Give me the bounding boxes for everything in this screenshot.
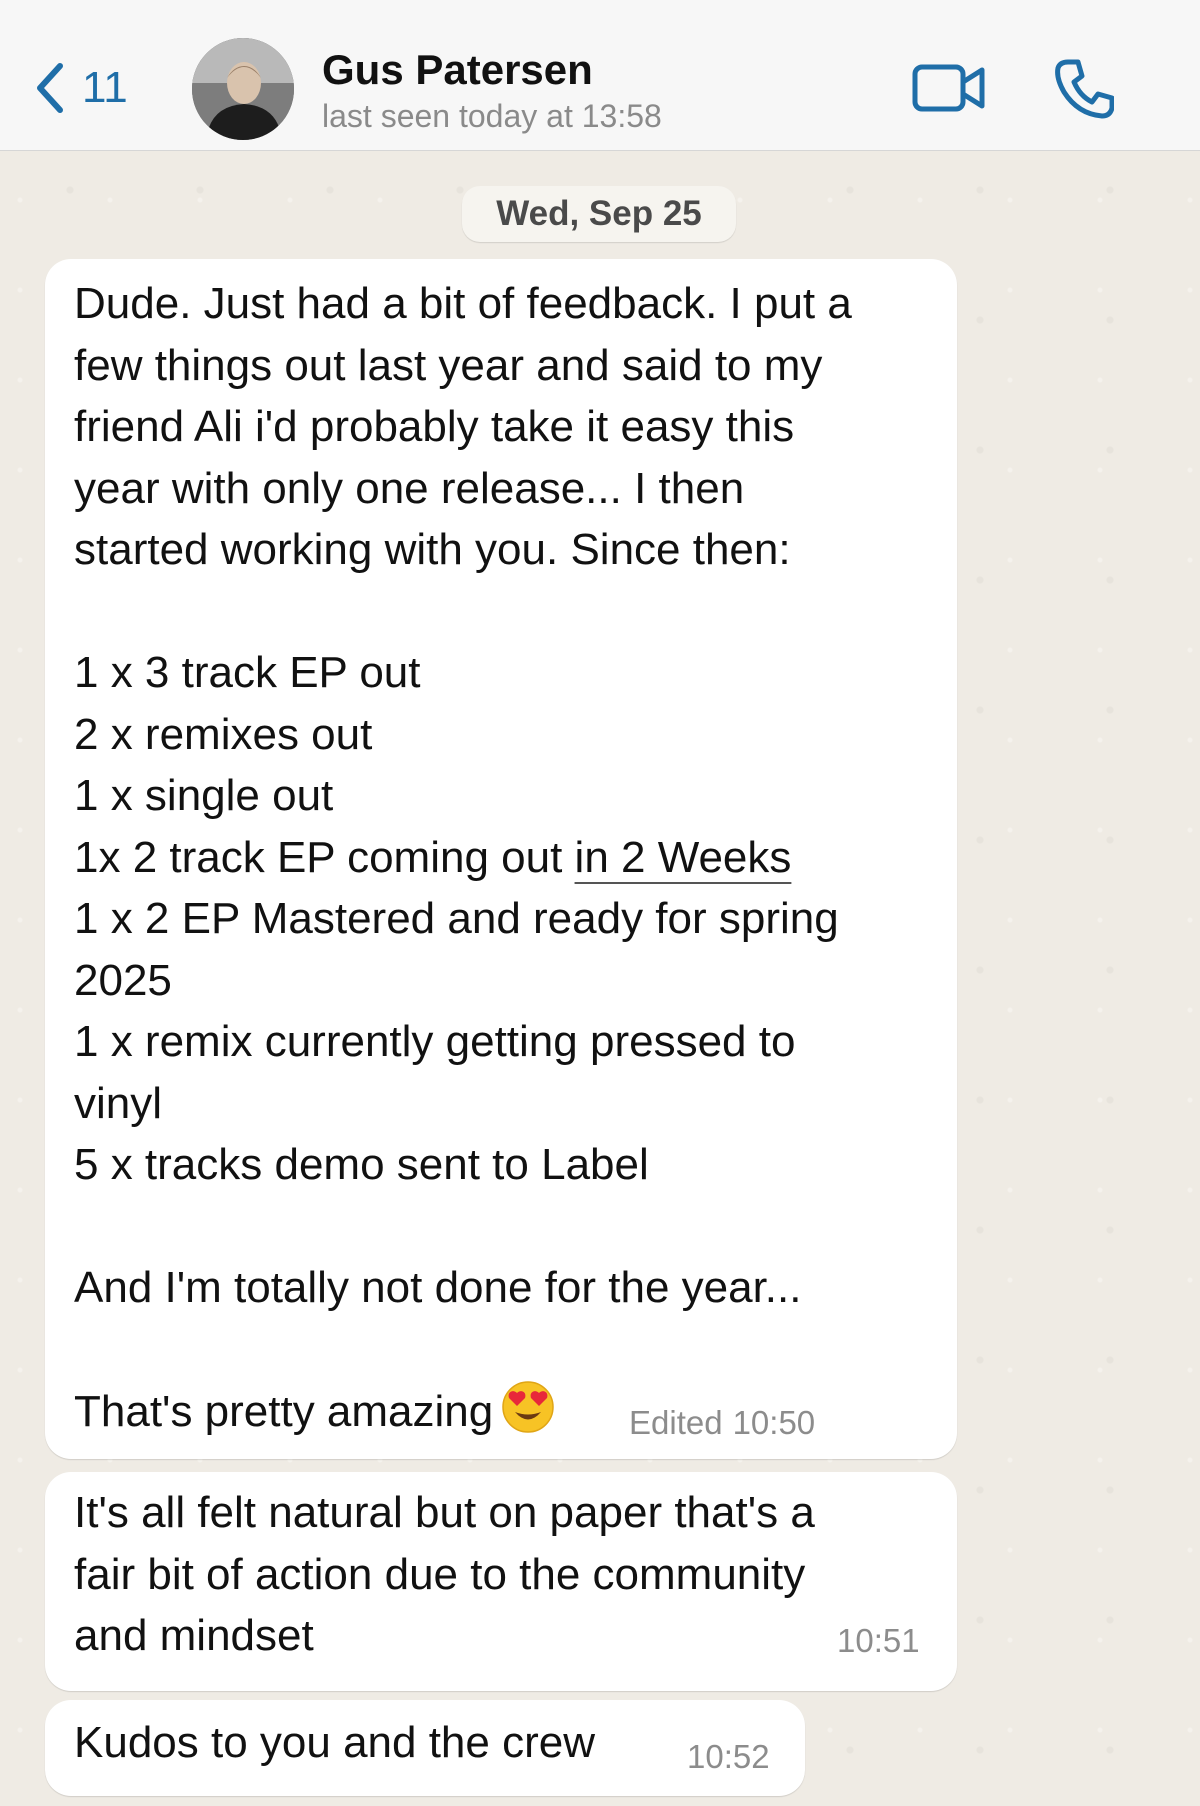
message-meta: 10:52 xyxy=(687,1738,770,1776)
chat-header: 11 Gus Patersen last seen today at 13:58 xyxy=(0,0,1200,151)
last-seen-status: last seen today at 13:58 xyxy=(322,98,662,134)
edited-label: Edited xyxy=(629,1404,723,1441)
chevron-left-icon xyxy=(37,63,63,113)
video-call-button[interactable] xyxy=(912,58,986,118)
message-time: 10:51 xyxy=(837,1622,920,1659)
message-bubble[interactable]: Kudos to you and the crew 10:52 xyxy=(45,1700,805,1796)
message-text: Kudos to you and the crew xyxy=(74,1718,595,1767)
unread-count: 11 xyxy=(82,63,128,112)
message-meta: 10:51 xyxy=(837,1622,920,1660)
back-button[interactable]: 11 xyxy=(32,58,128,118)
avatar[interactable] xyxy=(192,38,294,140)
message-text: Dude. Just had a bit of feedback. I put … xyxy=(74,279,852,1436)
heart-eyes-emoji-icon xyxy=(502,1381,554,1433)
video-camera-icon xyxy=(912,64,985,112)
message-time: 10:52 xyxy=(687,1738,770,1775)
date-separator: Wed, Sep 25 xyxy=(462,186,736,242)
message-bubble[interactable]: It's all felt natural but on paper that'… xyxy=(45,1472,957,1691)
message-bubble[interactable]: Dude. Just had a bit of feedback. I put … xyxy=(45,259,957,1459)
contact-info[interactable]: Gus Patersen last seen today at 13:58 xyxy=(322,44,662,136)
date-link[interactable]: in 2 Weeks xyxy=(575,833,792,882)
contact-name: Gus Patersen xyxy=(322,46,593,93)
phone-icon xyxy=(1055,59,1115,119)
message-time: 10:50 xyxy=(732,1404,816,1441)
voice-call-button[interactable] xyxy=(1054,56,1115,120)
message-meta: Edited 10:50 xyxy=(629,1404,815,1442)
message-text: It's all felt natural but on paper that'… xyxy=(74,1488,815,1660)
